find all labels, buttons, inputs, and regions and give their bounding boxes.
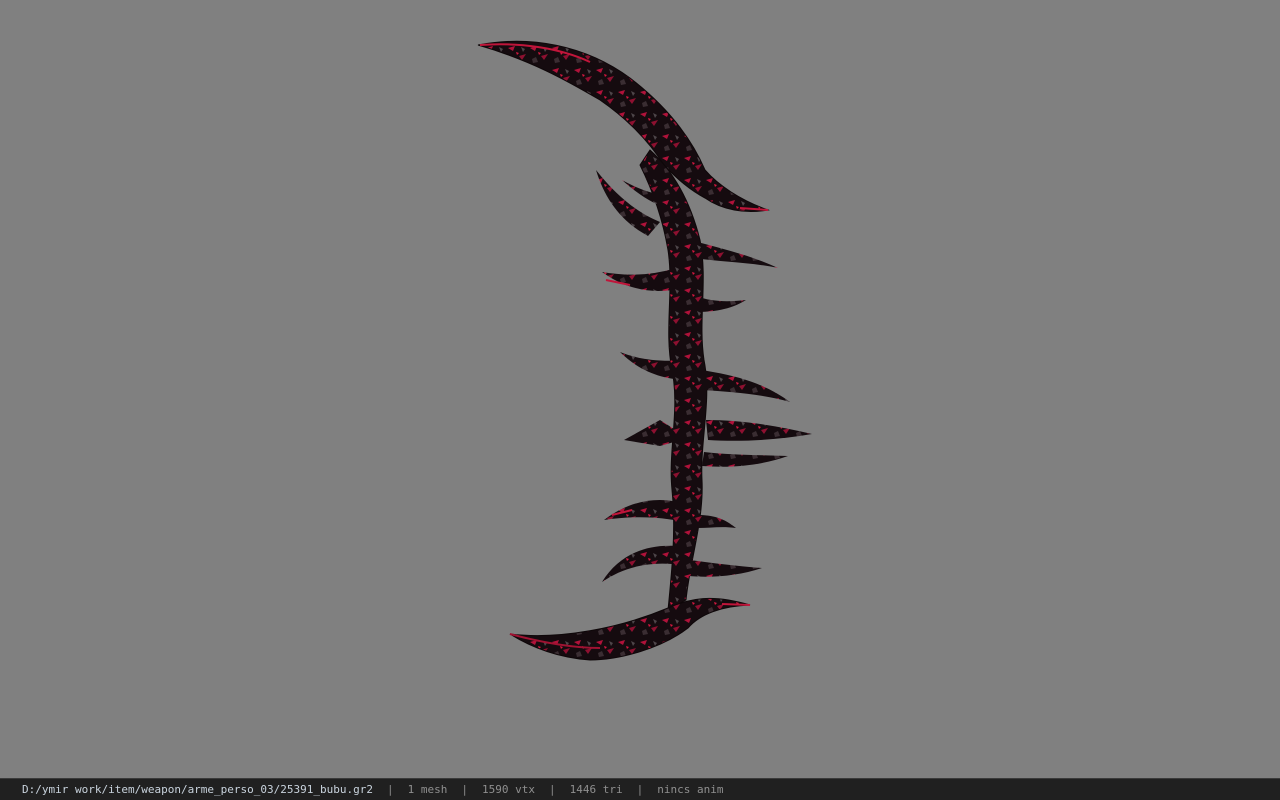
animation-status: nincs anim [657,783,724,796]
status-separator: | [387,783,394,796]
spike-right-2 [696,296,746,312]
mesh-count: 1 mesh [407,783,448,796]
vertex-count: 1590 vtx [482,783,535,796]
status-separator: | [461,783,468,796]
triangle-count: 1446 tri [569,783,623,796]
status-separator: | [636,783,644,796]
spike-right-3 [702,370,790,402]
upper-blade [477,40,770,212]
3d-viewport[interactable] [0,0,1280,778]
lower-blade [509,597,751,661]
status-bar: D:/ymir work/item/weapon/arme_perso_03/2… [0,778,1280,800]
status-separator: | [548,783,556,796]
spike-left-6 [604,500,688,522]
spike-right-7 [688,560,762,577]
weapon-model[interactable] [0,0,1280,778]
spike-right-5 [702,452,788,467]
model-file-path: D:/ymir work/item/weapon/arme_perso_03/2… [22,783,373,796]
spike-right-4 [706,420,812,441]
spike-right-6 [698,515,736,528]
spike-left-3 [602,268,682,291]
spike-left-7 [602,545,676,582]
